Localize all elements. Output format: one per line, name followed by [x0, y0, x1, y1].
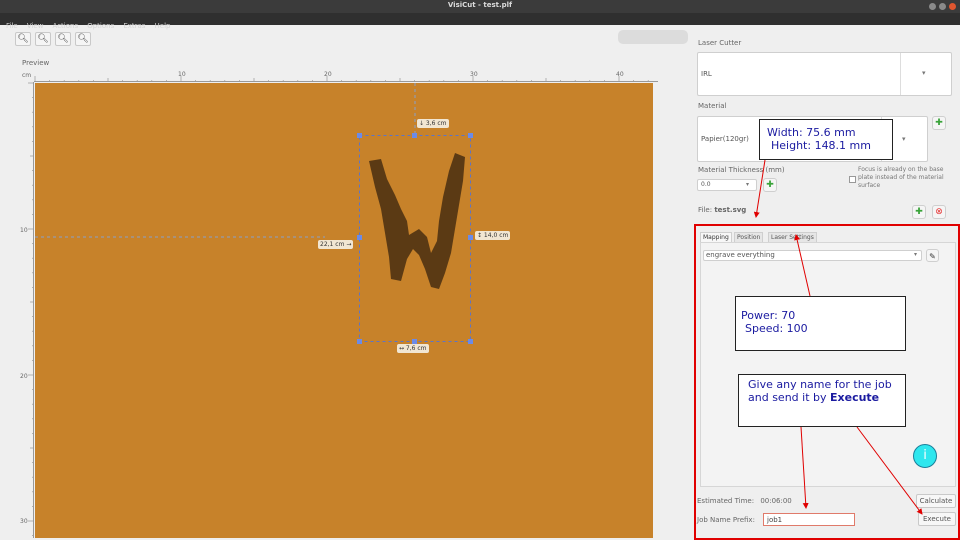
- size-line-1: Width: 75.6 mm: [767, 126, 856, 139]
- info-icon[interactable]: i: [913, 444, 937, 468]
- size-annotation: Width: 75.6 mm Height: 148.1 mm: [759, 119, 893, 160]
- speed-line: Speed: 100: [745, 322, 808, 335]
- job-line-2: and send it by: [748, 391, 827, 404]
- job-line-1: Give any name for the job: [748, 378, 892, 391]
- arrow-to-laser-settings: [794, 234, 811, 297]
- job-bold: Execute: [830, 391, 880, 404]
- power-speed-annotation: Power: 70 Speed: 100: [735, 296, 906, 351]
- job-line-2-row: and send it by Execute: [748, 391, 905, 404]
- arrow-to-execute: [856, 426, 923, 515]
- annotation-arrows: [753, 159, 923, 515]
- arrow-to-file: [753, 159, 766, 218]
- power-line: Power: 70: [741, 309, 796, 322]
- arrow-to-job-prefix: [800, 426, 809, 509]
- size-line-2: Height: 148.1 mm: [771, 139, 871, 152]
- job-annotation: Give any name for the job and send it by…: [738, 374, 906, 427]
